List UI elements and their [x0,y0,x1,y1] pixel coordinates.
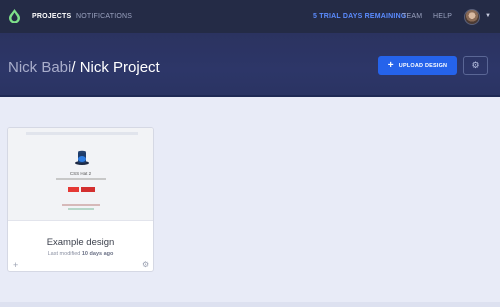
project-settings-button[interactable]: ⚙ [463,56,488,75]
breadcrumb-user[interactable]: Nick Babi [8,59,71,76]
breadcrumb: Nick Babi/ Nick Project [8,59,160,76]
thumbnail-text-line [68,208,94,210]
design-card[interactable]: CSS Hat 2 Example design Last modified 1… [7,127,154,272]
app-logo-icon[interactable] [9,9,20,23]
nav-team[interactable]: TEAM [402,0,422,33]
gear-icon[interactable]: ⚙ [142,260,149,269]
thumbnail-button-secondary [81,187,95,192]
thumbnail-nav-bar [26,132,138,135]
top-navigation-bar: PROJECTS NOTIFICATIONS 5 TRIAL DAYS REMA… [0,0,500,33]
nav-projects[interactable]: PROJECTS [32,0,71,33]
last-modified-time: 10 days ago [81,251,114,257]
hat-icon [75,150,89,165]
plus-icon: + [387,59,394,71]
nav-notifications[interactable]: NOTIFICATIONS [76,0,132,33]
upload-design-button[interactable]: + UPLOAD DESIGN [378,56,457,75]
trial-days-remaining-link[interactable]: 5 TRIAL DAYS REMAINING [313,0,406,33]
user-avatar[interactable] [464,9,480,25]
last-modified: Last modified 10 days ago [8,251,153,257]
plus-icon[interactable]: + [13,260,18,270]
gear-icon: ⚙ [471,60,480,70]
page-footer-strip [0,302,500,307]
breadcrumb-project: Nick Project [75,59,160,76]
design-thumbnail[interactable]: CSS Hat 2 [8,128,153,221]
last-modified-label: Last modified [47,251,82,257]
design-title[interactable]: Example design [8,237,153,248]
thumbnail-title: CSS Hat 2 [69,171,92,176]
chevron-down-icon[interactable]: ▼ [485,13,491,19]
thumbnail-text-line [62,204,100,206]
thumbnail-subtitle [56,178,106,180]
thumbnail-button-primary [68,187,79,192]
upload-design-label: UPLOAD DESIGN [398,62,448,69]
nav-help[interactable]: HELP [433,0,452,33]
